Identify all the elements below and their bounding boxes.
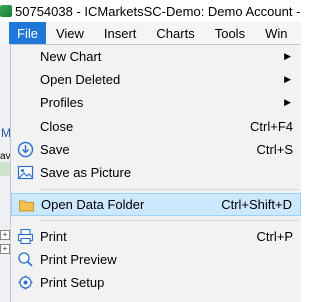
title-bar: 50754038 - ICMarketsSC-Demo: Demo Accoun… xyxy=(0,0,301,22)
background-app-panel: M av + + xyxy=(0,44,11,302)
menu-item-print[interactable]: Print Ctrl+P xyxy=(11,225,301,248)
menu-item-save[interactable]: Save Ctrl+S xyxy=(11,138,301,161)
menu-tools[interactable]: Tools xyxy=(205,22,255,44)
printer-icon xyxy=(17,228,34,245)
menu-bar: File View Insert Charts Tools Win xyxy=(0,22,301,44)
shortcut-label: Ctrl+F4 xyxy=(250,119,293,134)
submenu-arrow-icon: ▶ xyxy=(284,51,291,61)
menu-item-close[interactable]: Close Ctrl+F4 xyxy=(11,115,301,138)
tree-expand-icon[interactable]: + xyxy=(0,244,10,254)
menu-item-open-deleted[interactable]: Open Deleted ▶ xyxy=(11,68,301,91)
picture-icon xyxy=(17,165,34,180)
save-icon xyxy=(17,141,34,158)
menu-item-new-chart[interactable]: New Chart ▶ xyxy=(11,45,301,68)
panel-label-av: av xyxy=(0,151,11,162)
folder-icon xyxy=(19,200,34,212)
shortcut-label: Ctrl+S xyxy=(256,142,293,157)
menu-item-print-preview[interactable]: Print Preview xyxy=(11,248,301,271)
menu-separator xyxy=(39,220,299,221)
menu-item-save-as-picture[interactable]: Save as Picture xyxy=(11,161,301,184)
panel-cell xyxy=(0,162,10,176)
menu-charts[interactable]: Charts xyxy=(146,22,204,44)
print-preview-icon xyxy=(18,252,33,267)
menu-insert[interactable]: Insert xyxy=(94,22,147,44)
shortcut-label: Ctrl+P xyxy=(256,229,293,244)
submenu-arrow-icon: ▶ xyxy=(284,74,291,84)
app-icon xyxy=(0,5,12,17)
menu-item-print-setup[interactable]: Print Setup xyxy=(11,271,301,294)
submenu-arrow-icon: ▶ xyxy=(284,97,291,107)
menu-separator xyxy=(39,189,299,190)
tree-expand-icon[interactable]: + xyxy=(0,230,10,240)
menu-item-open-data-folder[interactable]: Open Data Folder Ctrl+Shift+D xyxy=(11,193,301,216)
menu-item-profiles[interactable]: Profiles ▶ xyxy=(11,91,301,114)
menu-file[interactable]: File xyxy=(9,22,46,44)
menu-view[interactable]: View xyxy=(46,22,94,44)
shortcut-label: Ctrl+Shift+D xyxy=(221,197,292,212)
print-setup-icon xyxy=(18,275,33,290)
file-menu-dropdown: New Chart ▶ Open Deleted ▶ Profiles ▶ Cl… xyxy=(10,44,301,302)
menu-window[interactable]: Win xyxy=(255,22,297,44)
window-title: 50754038 - ICMarketsSC-Demo: Demo Accoun… xyxy=(15,3,301,19)
